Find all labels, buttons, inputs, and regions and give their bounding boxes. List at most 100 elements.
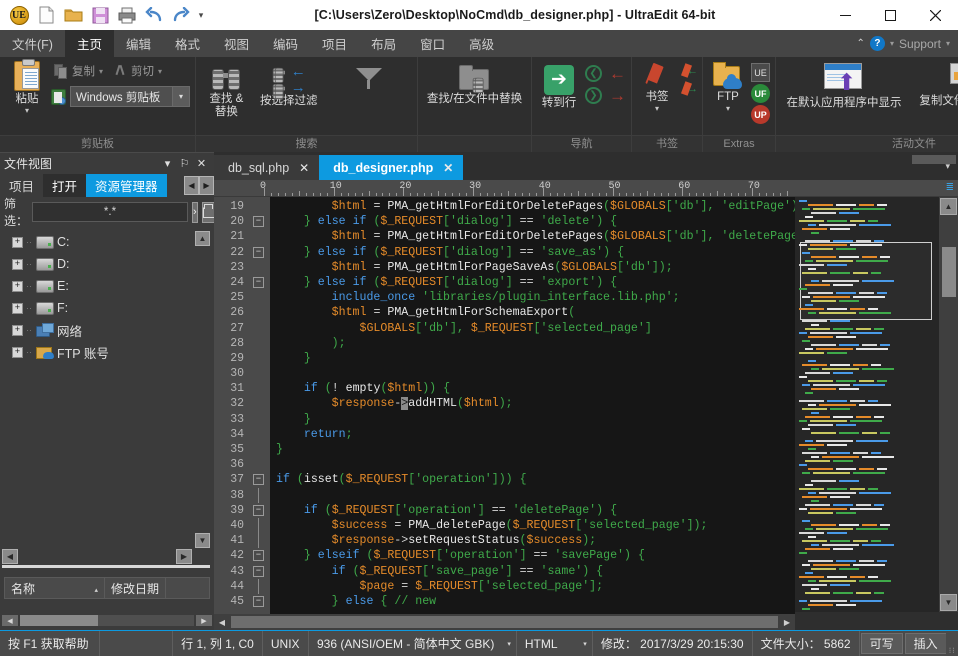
paste-dropdown-icon[interactable]: ▾ [25,107,29,115]
status-codepage-caret[interactable]: ▾ [502,631,517,656]
print-icon[interactable] [114,2,140,28]
status-line-ending[interactable]: UNIX [263,631,309,656]
bookmark-next-icon[interactable]: → [679,82,698,96]
uefinder-icon[interactable]: UF [751,84,770,103]
code-editor[interactable]: 19 20 21 22 23 24 25 26 27 28 29 30 31 32 33 34 35 36 37 38… [214,197,795,630]
vertical-scrollbar-thumb[interactable] [942,247,956,297]
document-tab-db-designer[interactable]: db_designer.php ✕ [319,155,464,180]
editor-horizontal-scrollbar[interactable]: ◀ ▶ [214,614,795,630]
status-syntax[interactable]: HTML [517,631,578,656]
document-tab-close-icon[interactable]: ✕ [299,161,309,175]
code-minimap[interactable] [795,197,939,612]
panel-close-icon[interactable]: ✕ [193,157,210,170]
tree-horizontal-scrollbar[interactable]: ▼ ◀ ▶ [0,533,214,569]
uephp-icon[interactable]: UP [751,105,770,124]
fold-row[interactable]: − [248,564,270,579]
expand-icon[interactable]: + [12,236,23,248]
bookmark-prev-icon[interactable]: ← [679,64,698,78]
code-line[interactable]: $html = PMA_getHtmlForSchemaExport( [276,305,795,320]
bookmark-dropdown-icon[interactable]: ▾ [655,105,659,113]
fold-row[interactable]: − [248,503,270,518]
cut-button[interactable]: 剪切 ▾ [110,61,165,81]
code-text[interactable]: $html = PMA_getHtmlForEditOrDeletePages(… [270,197,795,630]
find-replace-button[interactable]: 查找 & 替换 [201,63,252,121]
copy-button[interactable]: 复制 ▾ [51,61,106,81]
code-line[interactable]: return; [276,427,795,442]
expand-icon[interactable]: + [12,302,23,314]
file-view-tab-open[interactable]: 打开 [43,174,87,197]
scrollbar-thumb[interactable] [20,615,98,626]
word-wrap-icon[interactable]: ≣ [946,182,954,193]
code-line[interactable]: $GLOBALS['db'], $_REQUEST['selected_page… [276,321,795,336]
filter-apply-button[interactable]: › [192,201,198,223]
forward-circle-icon[interactable]: ❯ [585,87,602,104]
maximize-button[interactable] [868,0,913,30]
column-header-modified[interactable]: 修改日期 [105,578,167,598]
undo-icon[interactable] [141,2,167,28]
code-line[interactable]: } else if ($_REQUEST['dialog'] == 'delet… [276,214,795,229]
hscroll-track[interactable] [2,565,210,568]
paste-button[interactable]: 粘贴 ▾ [5,59,49,117]
code-line[interactable]: if (isset($_REQUEST['operation'])) { [276,472,795,487]
column-header-name[interactable]: 名称 ▴ [5,578,105,598]
code-line[interactable]: $html = PMA_getHtmlForEditOrDeletePages(… [276,199,795,214]
collapse-ribbon-icon[interactable]: ⌃ [857,38,865,49]
code-line[interactable] [276,366,795,381]
menu-tab-window[interactable]: 窗口 [408,30,457,57]
menu-tab-advanced[interactable]: 高级 [457,30,506,57]
status-insert-mode-toggle[interactable]: 插入 [904,633,946,654]
code-line[interactable]: include_once 'libraries/plugin_interface… [276,290,795,305]
fold-collapse-icon[interactable]: − [253,276,264,288]
ftp-button[interactable]: FTP ▾ [708,61,748,115]
menu-tab-home[interactable]: 主页 [64,30,114,57]
bookmark-button[interactable]: 书签 ▾ [637,61,677,115]
status-codepage[interactable]: 936 (ANSI/OEM - 简体中文 GBK) [309,631,502,656]
code-line[interactable]: $response->addHTML($html); [276,396,795,411]
clipboard-select[interactable]: Windows 剪贴板 ▾ [70,86,190,107]
show-in-default-app-button[interactable]: ⬆ 在默认应用程序中显示 [781,61,907,112]
expand-icon[interactable]: + [12,346,23,358]
status-syntax-caret[interactable]: ▾ [578,631,593,656]
tree-item-e-drive[interactable]: + ·· E: [4,275,214,297]
fold-row[interactable]: − [248,472,270,487]
hscroll-right-button[interactable]: ▶ [779,614,795,630]
uestudio-icon[interactable]: UE [751,63,770,82]
tree-item-network[interactable]: + ·· 网络 [4,319,214,341]
customize-qat-icon[interactable]: ▾ [195,2,207,28]
fold-collapse-icon[interactable]: − [253,216,264,228]
resize-grip[interactable]: ⁝⁝ [947,631,958,656]
file-view-tab-project[interactable]: 项目 [0,174,44,197]
code-line[interactable]: $page = $_REQUEST['selected_page']; [276,579,795,594]
tree-item-ftp-accounts[interactable]: + ·· FTP 账号 [4,341,214,363]
redo-icon[interactable] [168,2,194,28]
copy-file-path-button[interactable]: 复制文件路径/名称 [911,61,958,110]
tree-item-f-drive[interactable]: + ·· F: [4,297,214,319]
hscroll-thumb[interactable] [231,616,778,628]
panel-menu-icon[interactable]: ▾ [159,157,176,170]
menu-tab-edit[interactable]: 编辑 [114,30,163,57]
fold-row[interactable]: − [248,548,270,563]
code-line[interactable]: if (! empty($html)) { [276,381,795,396]
menu-tab-view[interactable]: 视图 [212,30,261,57]
code-line[interactable] [276,488,795,503]
hscroll-left-button[interactable]: ◀ [2,549,18,564]
code-line[interactable]: ); [276,336,795,351]
fold-collapse-icon[interactable]: − [253,565,264,577]
code-line[interactable]: $success = PMA_deletePage($_REQUEST['sel… [276,518,795,533]
panel-pin-icon[interactable]: ⚐ [176,157,193,170]
code-line[interactable]: } elseif ($_REQUEST['operation'] == 'sav… [276,548,795,563]
find-in-files-button[interactable]: 查找/在文件中替换 [326,63,412,108]
code-folding-column[interactable]: − − − − − − − − [248,197,270,630]
goto-line-button[interactable]: ➔ 转到行 [537,63,581,112]
code-line[interactable]: } else if ($_REQUEST['dialog'] == 'save_… [276,245,795,260]
document-tab-close-icon[interactable]: ✕ [443,161,453,175]
minimize-button[interactable] [823,0,868,30]
scroll-up-button[interactable]: ▲ [940,198,957,215]
help-dropdown-icon[interactable]: ▾ [890,39,894,48]
previous-arrow-icon[interactable]: ← [609,65,626,82]
tree-scroll-up-button[interactable]: ▲ [195,231,210,246]
fold-row[interactable]: − [248,275,270,290]
support-link[interactable]: Support [899,37,941,51]
code-line[interactable]: $html = PMA_getHtmlForPageSaveAs($GLOBAL… [276,260,795,275]
copy-dropdown-icon[interactable]: ▾ [99,67,103,76]
